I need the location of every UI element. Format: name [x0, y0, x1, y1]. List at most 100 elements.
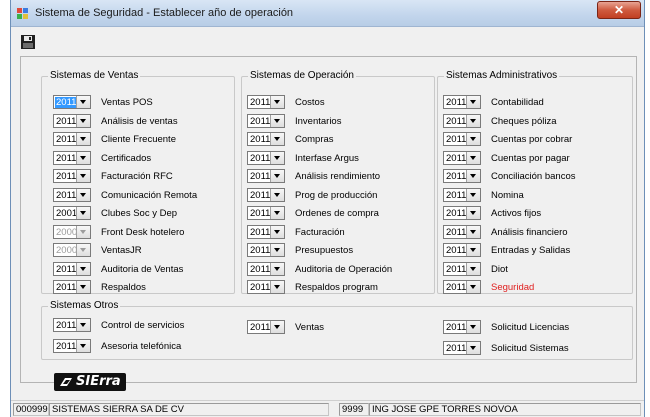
system-label: Seguridad — [491, 282, 535, 293]
dropdown-arrow-icon[interactable] — [466, 342, 480, 354]
year-combobox[interactable]: 2011 — [247, 95, 285, 109]
status-user-name: ING JOSE GPE TORRES NOVOA — [369, 403, 641, 416]
system-label: Conciliación bancos — [491, 171, 576, 182]
year-combobox[interactable]: 2011 — [443, 280, 481, 294]
year-combobox[interactable]: 2011 — [53, 132, 91, 146]
year-combobox[interactable]: 2011 — [53, 169, 91, 183]
dropdown-arrow-icon[interactable] — [270, 207, 284, 219]
year-combobox[interactable]: 2001 — [53, 206, 91, 220]
year-value: 2011 — [446, 134, 467, 145]
dropdown-arrow-icon[interactable] — [466, 207, 480, 219]
system-label: Análisis financiero — [491, 227, 568, 238]
year-combobox[interactable]: 2011 — [53, 280, 91, 294]
system-label: Activos fijos — [491, 208, 542, 219]
system-label: Cuentas por cobrar — [491, 134, 573, 145]
dropdown-arrow-icon[interactable] — [466, 115, 480, 127]
year-combobox[interactable]: 2011 — [443, 341, 481, 355]
system-label: Respaldos — [101, 282, 146, 293]
year-combobox[interactable]: 2011 — [443, 151, 481, 165]
dropdown-arrow-icon[interactable] — [466, 152, 480, 164]
dropdown-arrow-icon[interactable] — [270, 189, 284, 201]
group-title: Sistemas de Operación — [248, 70, 356, 81]
year-combobox[interactable]: 2011 — [247, 114, 285, 128]
year-combobox[interactable]: 2011 — [247, 188, 285, 202]
year-combobox[interactable]: 2011 — [443, 243, 481, 257]
dropdown-arrow-icon[interactable] — [466, 281, 480, 293]
group-title: Sistemas de Ventas — [48, 70, 141, 81]
dropdown-arrow-icon[interactable] — [76, 115, 90, 127]
year-combobox[interactable]: 2011 — [53, 151, 91, 165]
year-combobox[interactable]: 2011 — [443, 320, 481, 334]
dropdown-arrow-icon[interactable] — [466, 189, 480, 201]
dropdown-arrow-icon[interactable] — [270, 321, 284, 333]
dropdown-arrow-icon[interactable] — [76, 319, 90, 331]
dropdown-arrow-icon[interactable] — [76, 96, 90, 108]
year-combobox[interactable]: 2011 — [247, 320, 285, 334]
group-title: Sistemas Otros — [48, 300, 121, 311]
dropdown-arrow-icon[interactable] — [270, 263, 284, 275]
title-bar[interactable]: Sistema de Seguridad - Establecer año de… — [11, 0, 644, 27]
dropdown-arrow-icon[interactable] — [76, 226, 90, 238]
dropdown-arrow-icon[interactable] — [466, 321, 480, 333]
year-combobox[interactable]: 2011 — [247, 151, 285, 165]
system-label: Solicitud Sistemas — [491, 343, 569, 354]
dropdown-arrow-icon[interactable] — [270, 244, 284, 256]
system-label: Clubes Soc y Dep — [101, 208, 178, 219]
floppy-disk-icon — [21, 35, 35, 49]
year-combobox[interactable]: 2011 — [443, 188, 481, 202]
year-combobox[interactable]: 2011 — [53, 339, 91, 353]
system-label: Front Desk hotelero — [101, 227, 185, 238]
year-combobox[interactable]: 2011 — [247, 225, 285, 239]
dropdown-arrow-icon[interactable] — [76, 170, 90, 182]
year-value: 2011 — [56, 320, 77, 331]
dropdown-arrow-icon[interactable] — [270, 226, 284, 238]
year-combobox[interactable]: 2011 — [247, 206, 285, 220]
sierra-logo-mark-icon — [60, 378, 72, 386]
year-combobox[interactable]: 2011 — [443, 169, 481, 183]
year-combobox[interactable]: 2011 — [443, 262, 481, 276]
year-combobox[interactable]: 2011 — [247, 280, 285, 294]
dropdown-arrow-icon[interactable] — [76, 133, 90, 145]
dropdown-arrow-icon[interactable] — [270, 115, 284, 127]
year-combobox[interactable]: 2011 — [443, 132, 481, 146]
dropdown-arrow-icon[interactable] — [270, 96, 284, 108]
system-label: Contabilidad — [491, 97, 544, 108]
dropdown-arrow-icon[interactable] — [76, 281, 90, 293]
save-button[interactable] — [20, 34, 36, 50]
system-label: Costos — [295, 97, 325, 108]
dropdown-arrow-icon[interactable] — [76, 244, 90, 256]
dropdown-arrow-icon[interactable] — [466, 170, 480, 182]
close-button[interactable]: ✕ — [597, 1, 641, 19]
year-combobox[interactable]: 2011 — [247, 243, 285, 257]
year-combobox[interactable]: 2011 — [247, 169, 285, 183]
year-value: 2011 — [56, 116, 77, 127]
dropdown-arrow-icon[interactable] — [76, 340, 90, 352]
year-value: 2000 — [56, 245, 78, 256]
year-combobox[interactable]: 2011 — [247, 262, 285, 276]
year-combobox[interactable]: 2011 — [443, 206, 481, 220]
dropdown-arrow-icon[interactable] — [466, 96, 480, 108]
year-combobox[interactable]: 2011 — [53, 95, 91, 109]
system-label: Prog de producción — [295, 190, 378, 201]
dropdown-arrow-icon[interactable] — [466, 263, 480, 275]
system-label: Facturación RFC — [101, 171, 173, 182]
year-combobox[interactable]: 2011 — [53, 318, 91, 332]
dropdown-arrow-icon[interactable] — [76, 152, 90, 164]
year-combobox[interactable]: 2011 — [443, 225, 481, 239]
dropdown-arrow-icon[interactable] — [270, 281, 284, 293]
dropdown-arrow-icon[interactable] — [466, 244, 480, 256]
year-combobox[interactable]: 2011 — [53, 262, 91, 276]
year-combobox[interactable]: 2011 — [443, 95, 481, 109]
dropdown-arrow-icon[interactable] — [76, 207, 90, 219]
dropdown-arrow-icon[interactable] — [270, 152, 284, 164]
year-combobox[interactable]: 2011 — [53, 188, 91, 202]
dropdown-arrow-icon[interactable] — [466, 133, 480, 145]
year-combobox[interactable]: 2011 — [53, 114, 91, 128]
dropdown-arrow-icon[interactable] — [270, 133, 284, 145]
year-combobox[interactable]: 2011 — [443, 114, 481, 128]
dropdown-arrow-icon[interactable] — [76, 189, 90, 201]
year-combobox[interactable]: 2011 — [247, 132, 285, 146]
dropdown-arrow-icon[interactable] — [76, 263, 90, 275]
dropdown-arrow-icon[interactable] — [270, 170, 284, 182]
dropdown-arrow-icon[interactable] — [466, 226, 480, 238]
